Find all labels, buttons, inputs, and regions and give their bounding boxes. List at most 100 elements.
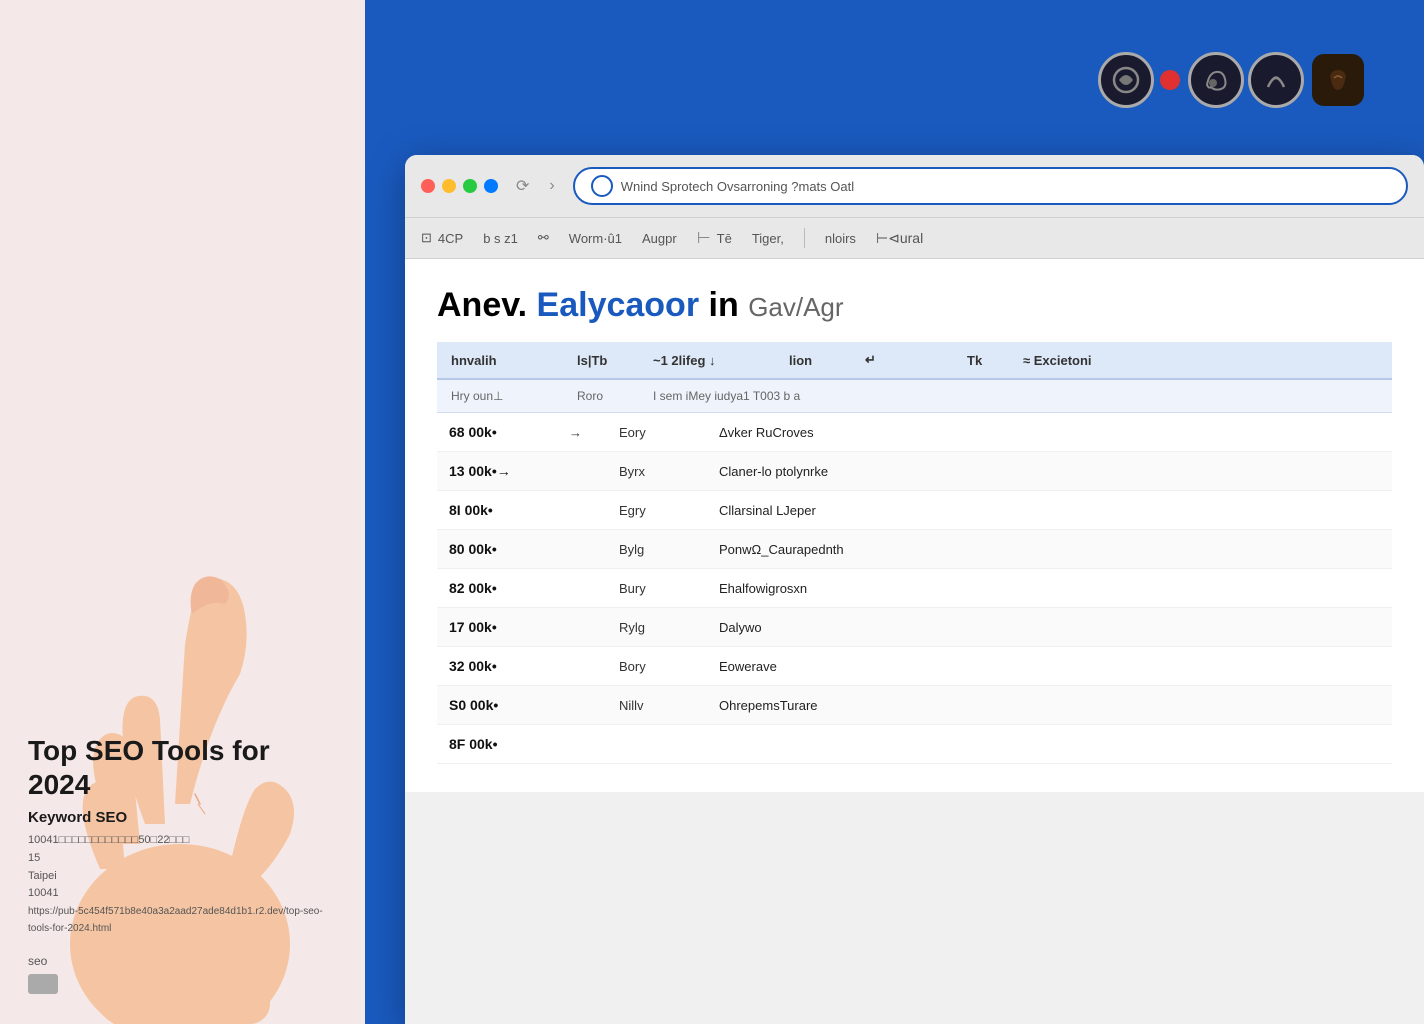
minimize-button[interactable] bbox=[442, 179, 456, 193]
tab-item-2[interactable]: b s z1 bbox=[483, 231, 518, 246]
th-tk: Tk bbox=[967, 353, 1007, 368]
table-row: 8I 00k• Egry Cllarsinal LJeper bbox=[437, 491, 1392, 530]
maximize-button[interactable] bbox=[463, 179, 477, 193]
sidebar-icon bbox=[28, 974, 58, 994]
table-row: 17 00k• Rylg Dalywo bbox=[437, 608, 1392, 647]
row-num: 68 00k• bbox=[449, 424, 549, 440]
row-num: 32 00k• bbox=[449, 658, 549, 674]
tab-item-9[interactable]: ⊢⊲ural bbox=[876, 230, 923, 247]
row-desc: Ehalfowigrosxn bbox=[719, 581, 1380, 596]
tab-label-7: Tiger, bbox=[752, 231, 784, 246]
app-icon-4[interactable] bbox=[1312, 54, 1364, 106]
tab-item-5[interactable]: Augpr bbox=[642, 231, 677, 246]
sub-desc: I sem iMey iudya1 T003 b a bbox=[653, 389, 1378, 403]
tab-label-8: nloirs bbox=[825, 231, 856, 246]
close-button[interactable] bbox=[421, 179, 435, 193]
browser-window: ⟳ › Wnind Sprotech Ovsarroning ?mats Oat… bbox=[405, 155, 1424, 1024]
forward-button[interactable]: › bbox=[543, 175, 560, 197]
sidebar-title: Top SEO Tools for 2024 bbox=[28, 734, 337, 801]
data-rows: 68 00k• → Eory Δvker RuCroves 13 00k•→ B… bbox=[437, 413, 1392, 764]
row-label: Bory bbox=[619, 659, 699, 674]
row-label: Rylg bbox=[619, 620, 699, 635]
app-icon-3[interactable] bbox=[1248, 52, 1304, 108]
th-excietoni: ≈ Excietoni bbox=[1023, 353, 1378, 368]
row-num: 8F 00k• bbox=[449, 736, 549, 752]
table-subheader: Hry oun⊥ Roro I sem iMey iudya1 T003 b a bbox=[437, 380, 1392, 413]
heading-part3: in bbox=[709, 286, 739, 324]
sidebar-subtitle: Keyword SEO bbox=[28, 809, 337, 826]
row-desc: OhrepemsTurare bbox=[719, 698, 1380, 713]
table-row: 68 00k• → Eory Δvker RuCroves bbox=[437, 413, 1392, 452]
address-bar[interactable]: Wnind Sprotech Ovsarroning ?mats Oatl bbox=[573, 167, 1408, 205]
sidebar-link[interactable]: https://pub-5c454f571b8e40a3a2aad27ade84… bbox=[28, 906, 323, 935]
top-bar bbox=[365, 0, 1424, 160]
table-header: hnvalih ls|Tb ~1 2lifeg ↓ lion ↵ Tk ≈ Ex… bbox=[437, 342, 1392, 380]
tab-bar: ⊡ 4CP b s z1 ⚯ Worm·û1 Augpr ⊢ Tē Tiger, bbox=[405, 218, 1424, 259]
back-button[interactable]: ⟳ bbox=[510, 174, 535, 198]
tab-item-4[interactable]: Worm·û1 bbox=[569, 231, 622, 246]
heading-part2: Ealycaoor bbox=[537, 286, 700, 324]
th-filter[interactable]: ~1 2lifeg ↓ bbox=[653, 353, 773, 368]
tab-label-2: b s z1 bbox=[483, 231, 518, 246]
page-content: Anev. Ealycaoor in Gav/Agr hnvalih ls|Tb… bbox=[405, 259, 1424, 792]
table-row: S0 00k• Nillv OhrepemsTurare bbox=[437, 686, 1392, 725]
row-desc: Cllarsinal LJeper bbox=[719, 503, 1380, 518]
table-row: 82 00k• Bury Ehalfowigrosxn bbox=[437, 569, 1392, 608]
tab-icon-1: ⊡ bbox=[421, 230, 432, 246]
row-num: 13 00k•→ bbox=[449, 463, 549, 479]
th-lstb: ls|Tb bbox=[577, 353, 637, 368]
top-icons bbox=[1098, 52, 1364, 108]
browser-nav: ⟳ › bbox=[510, 174, 561, 198]
app-icon-2[interactable] bbox=[1188, 52, 1244, 108]
row-num: 17 00k• bbox=[449, 619, 549, 635]
row-num: 80 00k• bbox=[449, 541, 549, 557]
th-lion: lion bbox=[789, 353, 849, 368]
row-label: Bylg bbox=[619, 542, 699, 557]
divider-1 bbox=[804, 228, 805, 248]
tab-item-8[interactable]: nloirs bbox=[825, 231, 856, 246]
row-arrow: → bbox=[569, 425, 599, 440]
tab-item-3[interactable]: ⚯ bbox=[538, 230, 549, 246]
tab-item-6[interactable]: ⊢ Tē bbox=[697, 228, 732, 248]
tab-item-7[interactable]: Tiger, bbox=[752, 231, 784, 246]
tab-label-6: Tē bbox=[717, 231, 732, 246]
sidebar-meta: 10041□□□□□□□□□□□□50□22□□□ 15 Taipei 1004… bbox=[28, 832, 337, 938]
tab-item-1[interactable]: ⊡ 4CP bbox=[421, 230, 463, 246]
tab-label-4: Worm·û1 bbox=[569, 231, 622, 246]
red-dot bbox=[1160, 70, 1180, 90]
row-label: Egry bbox=[619, 503, 699, 518]
tab-icon-6: ⊢ bbox=[697, 228, 711, 248]
table-row: 8F 00k• bbox=[437, 725, 1392, 764]
heading-part1: Anev. bbox=[437, 286, 527, 324]
sub-hryoun: Hry oun⊥ bbox=[451, 389, 561, 403]
table-row: 13 00k•→ Byrx Claner-lo ptolynrke bbox=[437, 452, 1392, 491]
sidebar: Top SEO Tools for 2024 Keyword SEO 10041… bbox=[0, 0, 365, 1024]
row-desc: Dalywo bbox=[719, 620, 1380, 635]
tab-label-9: ⊢⊲ural bbox=[876, 230, 923, 247]
row-desc: PonwΩ_Caurapednth bbox=[719, 542, 1380, 557]
sub-roro: Roro bbox=[577, 389, 637, 403]
row-desc: Eowerave bbox=[719, 659, 1380, 674]
app-icon-1[interactable] bbox=[1098, 52, 1154, 108]
row-label: Eory bbox=[619, 425, 699, 440]
heading-part4: Gav/Agr bbox=[748, 292, 843, 322]
extra-button[interactable] bbox=[484, 179, 498, 193]
traffic-lights bbox=[421, 179, 498, 193]
tab-icon-3: ⚯ bbox=[538, 230, 549, 246]
page-heading: Anev. Ealycaoor in Gav/Agr bbox=[437, 287, 1392, 324]
main-area: ⟳ › Wnind Sprotech Ovsarroning ?mats Oat… bbox=[365, 0, 1424, 1024]
row-num: 8I 00k• bbox=[449, 502, 549, 518]
sidebar-tag: seo bbox=[28, 954, 337, 968]
row-desc: Δvker RuCroves bbox=[719, 425, 1380, 440]
row-label: Bury bbox=[619, 581, 699, 596]
row-num: S0 00k• bbox=[449, 697, 549, 713]
th-invalid: hnvalih bbox=[451, 353, 561, 368]
th-arrow: ↵ bbox=[865, 352, 905, 368]
row-desc: Claner-lo ptolynrke bbox=[719, 464, 1380, 479]
table-row: 80 00k• Bylg PonwΩ_Caurapednth bbox=[437, 530, 1392, 569]
browser-chrome: ⟳ › Wnind Sprotech Ovsarroning ?mats Oat… bbox=[405, 155, 1424, 218]
address-text: Wnind Sprotech Ovsarroning ?mats Oatl bbox=[621, 179, 854, 194]
row-label: Nillv bbox=[619, 698, 699, 713]
address-circle-icon bbox=[591, 175, 613, 197]
table-row: 32 00k• Bory Eowerave bbox=[437, 647, 1392, 686]
